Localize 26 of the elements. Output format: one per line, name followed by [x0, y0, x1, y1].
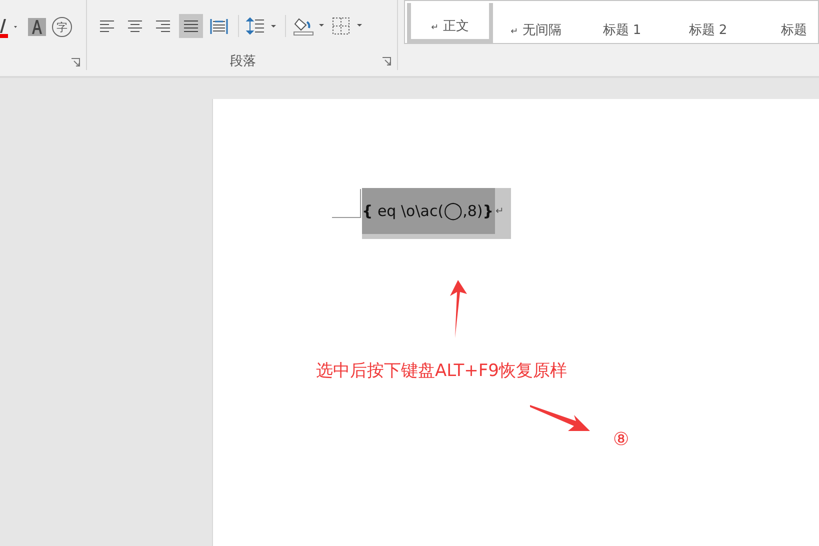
dialog-launcher-icon[interactable] [71, 58, 80, 66]
justify-icon [182, 18, 200, 34]
group-label: 段落 [229, 53, 257, 70]
paragraph-mark: ↵ [495, 206, 504, 217]
align-center-icon [126, 18, 144, 34]
character-shading-icon[interactable] [28, 18, 46, 36]
style-item[interactable]: ↵ 无间隔 [493, 3, 579, 43]
annotation-text: 选中后按下键盘ALT+F9恢复原样 [316, 360, 567, 382]
shading-bucket-icon[interactable] [293, 16, 327, 36]
field-code-text: { eq \o\ac(◯,8)} [362, 188, 496, 234]
align-left-icon [98, 18, 116, 34]
dialog-launcher-icon[interactable] [382, 56, 391, 66]
text-boundary-mark [332, 189, 361, 218]
style-item[interactable]: 标题 2 [665, 3, 751, 43]
arrow-annotation [448, 280, 468, 338]
arrow-annotation [530, 405, 590, 433]
distributed-icon [210, 18, 228, 34]
line-spacing-icon[interactable] [246, 17, 278, 35]
style-item[interactable]: 标题 1 [579, 3, 665, 43]
align-right-icon [154, 18, 172, 34]
enclose-character-icon[interactable]: 字 [52, 17, 72, 37]
justify-button[interactable] [179, 14, 203, 38]
style-item[interactable]: ↵ 正文 [407, 3, 493, 43]
style-item[interactable]: 标题 [751, 3, 818, 43]
borders-icon[interactable] [331, 16, 365, 36]
step-number: ⑧ [613, 429, 630, 450]
